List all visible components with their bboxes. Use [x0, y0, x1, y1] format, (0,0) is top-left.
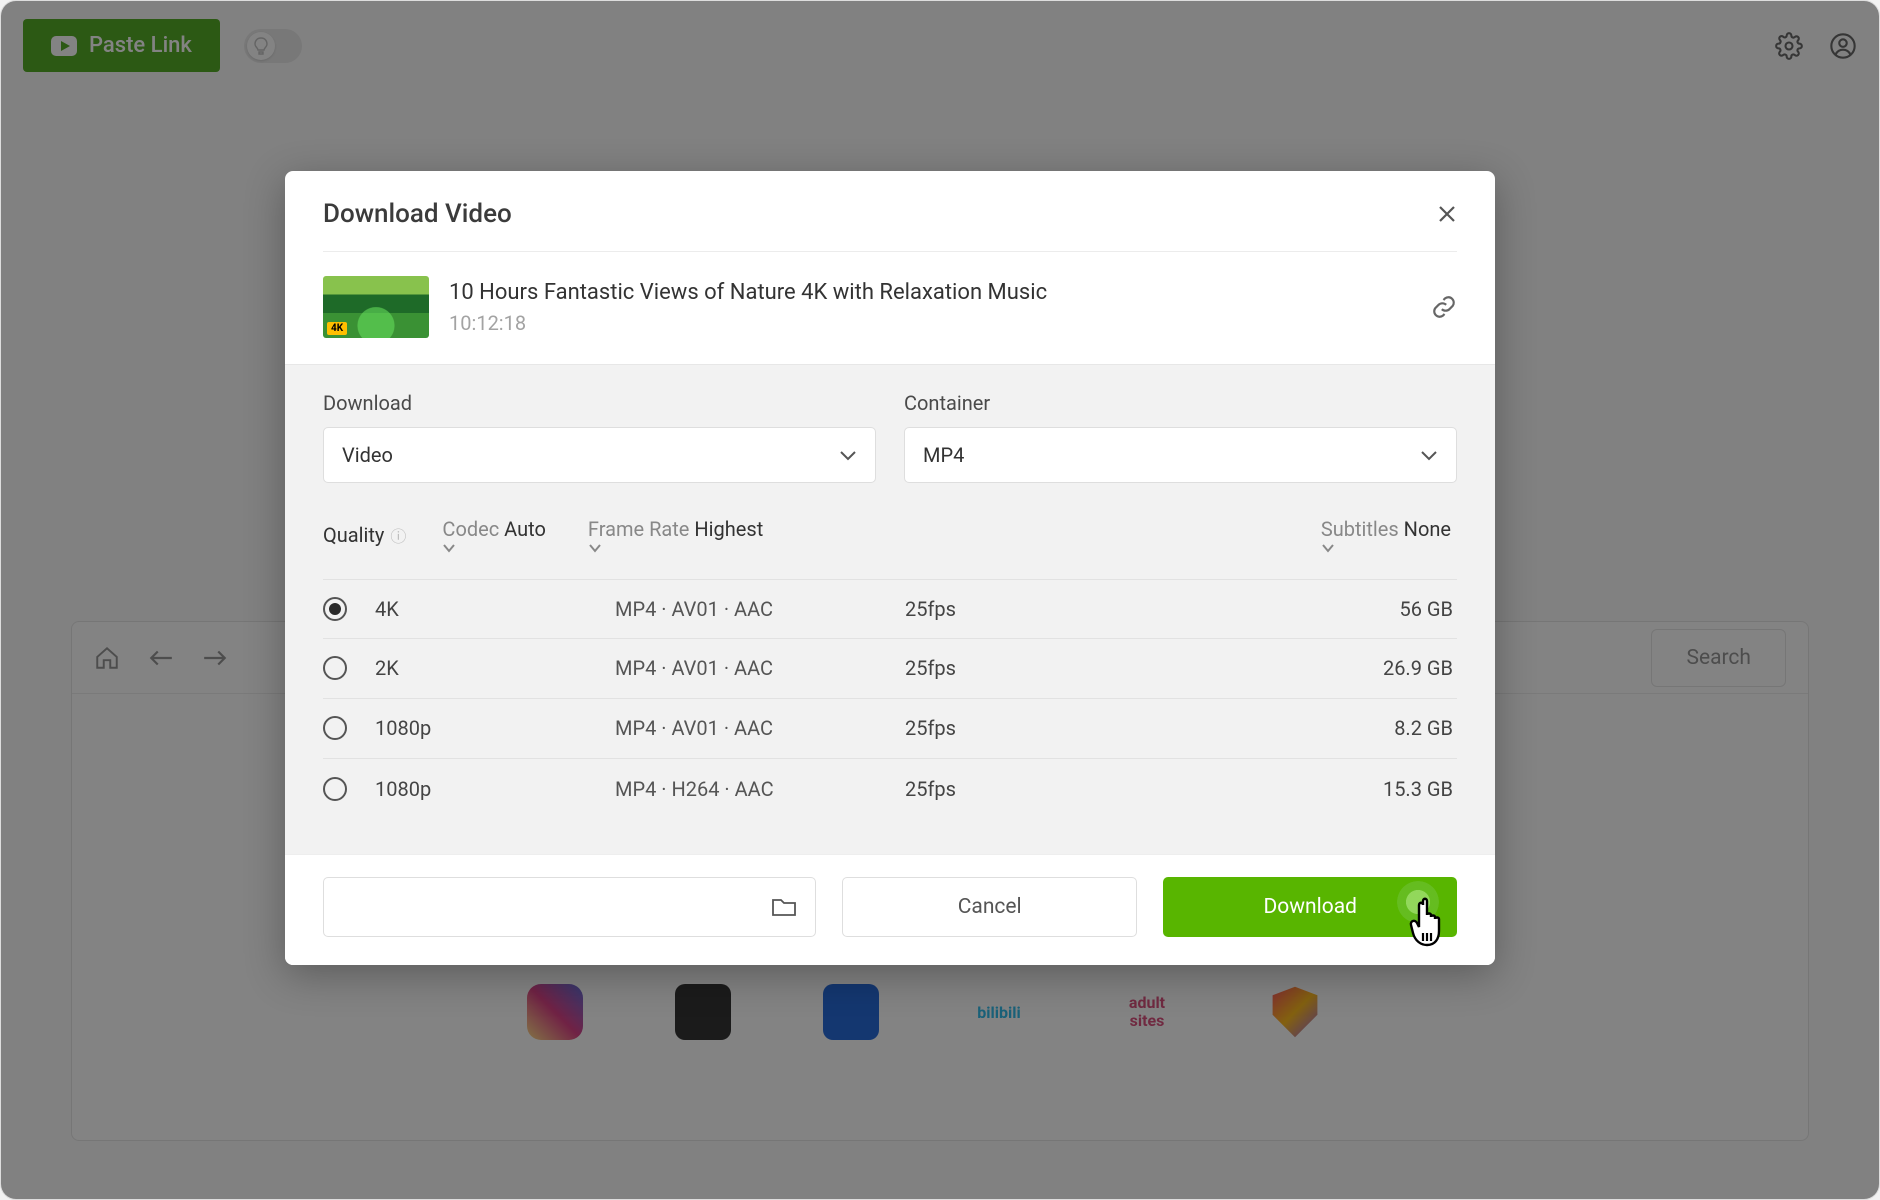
- cancel-label: Cancel: [958, 895, 1022, 919]
- radio-button[interactable]: [323, 656, 347, 680]
- video-title: 10 Hours Fantastic Views of Nature 4K wi…: [449, 280, 1047, 305]
- size-value: 8.2 GB: [1105, 716, 1457, 740]
- chevron-down-icon: [588, 543, 769, 553]
- chevron-down-icon: [1321, 543, 1457, 553]
- video-duration: 10:12:18: [449, 311, 1047, 335]
- quality-value: 4K: [375, 597, 615, 621]
- quality-row[interactable]: 1080pMP4 · H264 · AAC25fps15.3 GB: [323, 759, 1457, 819]
- quality-value: 1080p: [375, 777, 615, 801]
- quality-value: 2K: [375, 656, 615, 680]
- chevron-down-icon: [442, 543, 551, 553]
- download-type-label: Download: [323, 391, 876, 415]
- video-info-row: 10 Hours Fantastic Views of Nature 4K wi…: [285, 252, 1495, 364]
- subtitles-dropdown[interactable]: Subtitles None: [1321, 517, 1457, 553]
- size-value: 15.3 GB: [1105, 777, 1457, 801]
- quality-list: 4KMP4 · AV01 · AAC25fps56 GB2KMP4 · AV01…: [323, 579, 1457, 819]
- container-label: Container: [904, 391, 1457, 415]
- container-value: MP4: [923, 443, 964, 467]
- chevron-down-icon: [1420, 449, 1438, 461]
- codec-value: MP4 · AV01 · AAC: [615, 597, 905, 621]
- codec-value: MP4 · AV01 · AAC: [615, 656, 905, 680]
- download-type-value: Video: [342, 443, 393, 467]
- download-button[interactable]: Download: [1163, 877, 1457, 937]
- info-icon[interactable]: ⓘ: [390, 527, 406, 546]
- filters-row: Qualityⓘ Codec Auto Frame Rate Highest S…: [323, 517, 1457, 553]
- fps-value: 25fps: [905, 656, 1105, 680]
- quality-row[interactable]: 4KMP4 · AV01 · AAC25fps56 GB: [323, 579, 1457, 639]
- container-select[interactable]: MP4: [904, 427, 1457, 483]
- output-folder-picker[interactable]: [323, 877, 816, 937]
- size-value: 56 GB: [1105, 597, 1457, 621]
- fps-value: 25fps: [905, 716, 1105, 740]
- modal-title: Download Video: [323, 199, 512, 229]
- codec-dropdown[interactable]: Codec Auto: [442, 517, 551, 553]
- codec-value: MP4 · AV01 · AAC: [615, 716, 905, 740]
- quality-row[interactable]: 2KMP4 · AV01 · AAC25fps26.9 GB: [323, 639, 1457, 699]
- download-type-group: Download Video: [323, 391, 876, 483]
- modal-header: Download Video: [285, 171, 1495, 251]
- container-group: Container MP4: [904, 391, 1457, 483]
- framerate-dropdown[interactable]: Frame Rate Highest: [588, 517, 769, 553]
- quality-row[interactable]: 1080pMP4 · AV01 · AAC25fps8.2 GB: [323, 699, 1457, 759]
- app-window: Paste Link: [0, 0, 1880, 1200]
- radio-button[interactable]: [323, 777, 347, 801]
- size-value: 26.9 GB: [1105, 656, 1457, 680]
- cancel-button[interactable]: Cancel: [842, 877, 1138, 937]
- quality-label: Qualityⓘ: [323, 523, 406, 547]
- folder-icon: [771, 896, 797, 918]
- download-type-select[interactable]: Video: [323, 427, 876, 483]
- fps-value: 25fps: [905, 777, 1105, 801]
- chevron-down-icon: [839, 449, 857, 461]
- radio-button[interactable]: [323, 716, 347, 740]
- options-block: Download Video Container MP4 Qualityⓘ: [285, 364, 1495, 854]
- fps-value: 25fps: [905, 597, 1105, 621]
- quality-value: 1080p: [375, 716, 615, 740]
- close-icon[interactable]: [1437, 204, 1457, 224]
- radio-button[interactable]: [323, 597, 347, 621]
- video-meta: 10 Hours Fantastic Views of Nature 4K wi…: [449, 280, 1047, 335]
- codec-value: MP4 · H264 · AAC: [615, 777, 905, 801]
- video-thumbnail: [323, 276, 429, 338]
- modal-footer: Cancel Download: [285, 854, 1495, 965]
- download-video-modal: Download Video 10 Hours Fantastic Views …: [285, 171, 1495, 965]
- link-icon[interactable]: [1431, 294, 1457, 320]
- download-button-label: Download: [1263, 895, 1357, 919]
- selects-row: Download Video Container MP4: [323, 391, 1457, 483]
